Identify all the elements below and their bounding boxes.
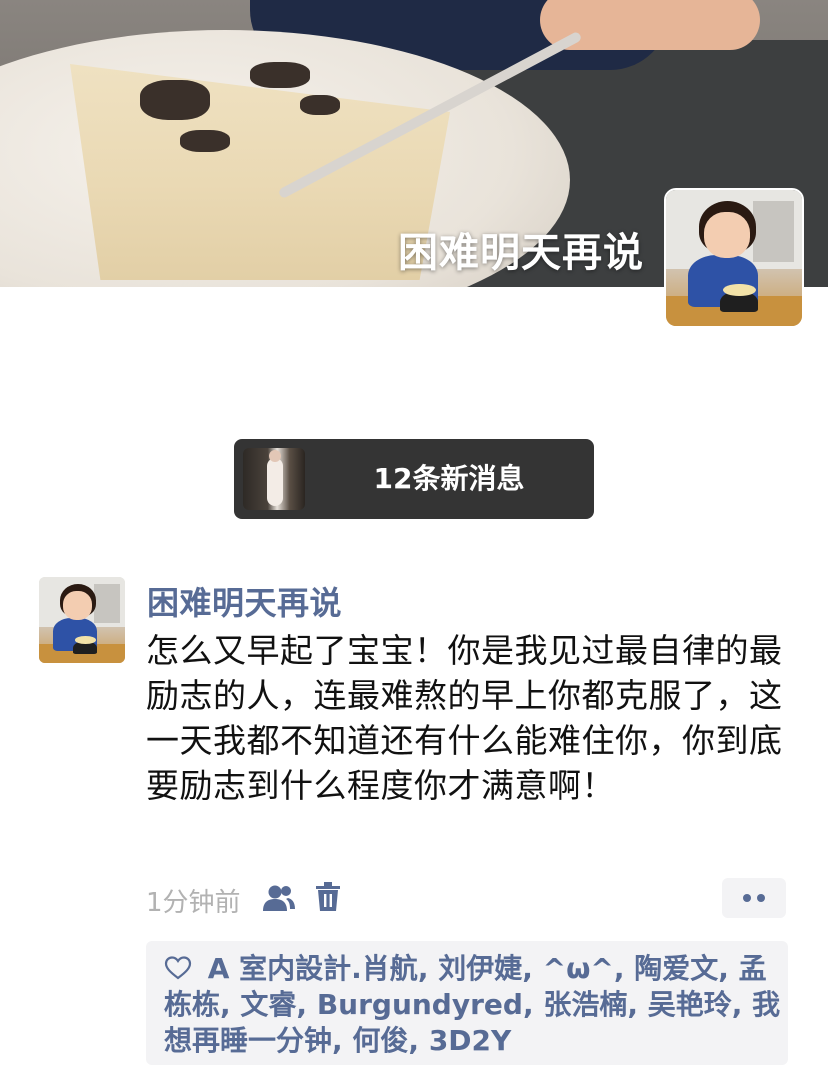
likes-panel: A 室内設計.肖航, 刘伊婕, ^ω^, 陶爱文, 孟栋栋, 文睿, Burgu… [146,941,788,1065]
avatar-photo [39,577,125,663]
post-author-avatar[interactable] [39,577,125,663]
heart-icon [164,956,192,980]
liker-separator: , [522,988,544,1021]
new-messages-button[interactable]: 12条新消息 [234,439,594,519]
liker-separator: , [417,952,439,985]
liker-name[interactable]: A 室内設計.肖航 [208,952,418,985]
cover-crumb [180,130,230,152]
avatar-photo [666,190,802,326]
liker-separator: , [296,988,317,1021]
cover-crumb [250,62,310,88]
more-icon [743,894,751,902]
profile-avatar[interactable] [664,188,804,328]
cover-crumb [300,95,340,115]
liker-separator: , [332,1024,353,1057]
liker-name[interactable]: ^ω^ [543,952,614,985]
liker-name[interactable]: 文睿 [240,988,296,1021]
liker-separator: , [220,988,241,1021]
more-icon [757,894,765,902]
post-text: 怎么又早起了宝宝！你是我见过最自律的最励志的人，连最难熬的早上你都克服了，这一天… [146,631,783,805]
liker-name[interactable]: 何俊 [352,1024,408,1057]
post-timestamp: 1分钟前 [146,888,241,918]
liker-separator: , [613,952,635,985]
liker-separator: , [408,1024,429,1057]
post-author-name[interactable]: 困难明天再说 [147,578,342,624]
liker-separator: , [718,952,739,985]
liker-name[interactable]: 刘伊婕 [438,952,522,985]
liker-name[interactable]: Burgundyred [317,988,523,1021]
new-message-avatar [243,448,305,510]
cover-crumb [140,80,210,120]
liker-name[interactable]: 陶爱文 [634,952,718,985]
liker-name[interactable]: 3D2Y [429,1024,511,1057]
liker-name[interactable]: 张浩楠 [543,988,627,1021]
liker-separator: , [522,952,543,985]
liker-separator: , [627,988,648,1021]
delete-icon[interactable] [315,882,341,912]
new-messages-label: 12条新消息 [373,462,525,495]
liker-name[interactable]: 吴艳玲 [648,988,732,1021]
likes-list: A 室内設計.肖航, 刘伊婕, ^ω^, 陶爱文, 孟栋栋, 文睿, Burgu… [164,951,784,1059]
privacy-icon[interactable] [262,884,296,912]
liker-separator: , [731,988,753,1021]
profile-name[interactable]: 困难明天再说 [398,220,644,278]
more-actions-button[interactable] [722,878,786,918]
